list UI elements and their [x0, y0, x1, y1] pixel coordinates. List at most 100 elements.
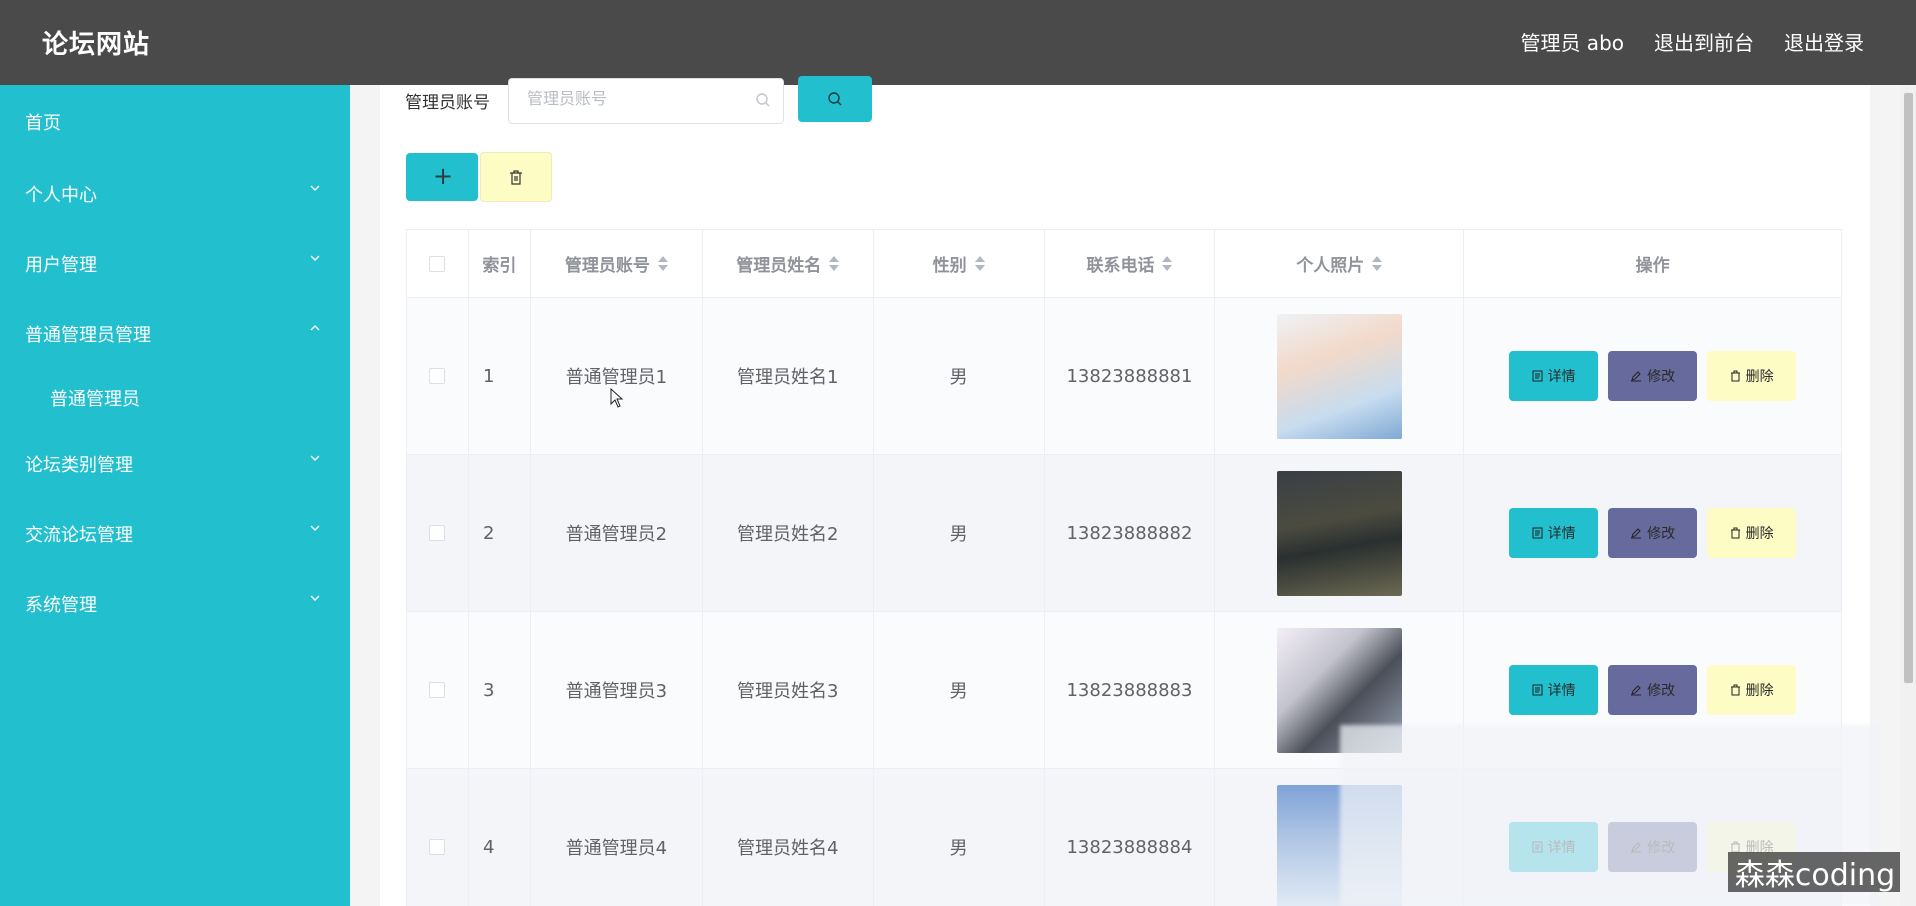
detail-button[interactable]: 详情: [1509, 665, 1599, 715]
scrollbar-thumb[interactable]: [1904, 93, 1913, 683]
account-cell: 普通管理员2: [531, 455, 703, 611]
sidebar-item-home[interactable]: 首页: [0, 93, 350, 149]
detail-label: 详情: [1547, 369, 1576, 385]
index-cell: 4: [469, 769, 531, 906]
row-checkbox[interactable]: [429, 368, 446, 384]
actions-cell: 详情 修改 删除: [1464, 298, 1842, 454]
index-cell: 1: [469, 298, 531, 454]
chevron-down-icon: [310, 455, 320, 465]
name-cell: 管理员姓名1: [703, 298, 874, 454]
admin-user-label[interactable]: 管理员 abo: [1520, 27, 1624, 56]
table-row: 1 普通管理员1 管理员姓名1 男 13823888881 详情 修改 删除: [407, 298, 1842, 455]
sort-icon[interactable]: [657, 255, 668, 272]
phone-cell: 13823888881: [1045, 298, 1216, 454]
gender-cell: 男: [874, 612, 1045, 768]
edit-button[interactable]: 修改: [1608, 508, 1698, 558]
search-icon: [828, 92, 842, 106]
top-bar: 论坛网站 管理员 abo 退出到前台 退出登录: [0, 0, 1916, 85]
back-to-front-link[interactable]: 退出到前台: [1654, 27, 1754, 56]
name-cell: 管理员姓名4: [703, 769, 874, 906]
edit-label: 修改: [1647, 526, 1676, 542]
account-cell: 普通管理员1: [531, 298, 703, 454]
mouse-cursor-icon: [610, 388, 624, 408]
header-actions: 管理员 abo 退出到前台 退出登录: [1520, 27, 1864, 56]
header-gender[interactable]: 性别: [874, 230, 1045, 297]
row-checkbox[interactable]: [429, 839, 446, 855]
index-cell: 3: [469, 612, 531, 768]
sidebar-item-label: 普通管理员: [50, 389, 140, 410]
header-label: 性别: [932, 256, 967, 276]
trash-icon: [1730, 684, 1740, 696]
select-all-checkbox[interactable]: [429, 255, 446, 272]
sort-icon[interactable]: [974, 255, 985, 272]
sidebar-item-system-management[interactable]: 系统管理: [0, 575, 350, 631]
header-label: 联系电话: [1086, 256, 1155, 276]
plus-icon: +: [433, 162, 454, 190]
gender-cell: 男: [874, 769, 1045, 906]
sidebar-item-user-management[interactable]: 用户管理: [0, 235, 350, 291]
sort-icon[interactable]: [1372, 255, 1383, 272]
edit-icon: [1631, 371, 1642, 382]
sidebar-subitem-admin[interactable]: 普通管理员: [0, 369, 350, 425]
row-checkbox[interactable]: [429, 525, 446, 541]
sidebar-item-label: 交流论坛管理: [25, 525, 133, 546]
detail-button[interactable]: 详情: [1509, 508, 1599, 558]
gender-cell: 男: [874, 455, 1045, 611]
batch-delete-button[interactable]: [480, 152, 552, 202]
profile-photo[interactable]: [1276, 313, 1402, 439]
gender-cell: 男: [874, 298, 1045, 454]
header-photo[interactable]: 个人照片: [1215, 230, 1465, 297]
row-checkbox[interactable]: [429, 682, 446, 698]
chevron-down-icon: [310, 185, 320, 195]
header-index: 索引: [469, 230, 531, 297]
row-select-cell: [407, 769, 469, 906]
header-label: 个人照片: [1296, 256, 1365, 276]
delete-button[interactable]: 删除: [1707, 508, 1797, 558]
chevron-down-icon: [310, 595, 320, 605]
watermark: 森森coding: [1728, 852, 1902, 893]
delete-label: 删除: [1745, 526, 1774, 542]
trash-icon: [1730, 527, 1740, 539]
header-account[interactable]: 管理员账号: [531, 230, 703, 297]
actions-cell: 详情 修改 删除: [1464, 455, 1842, 611]
sidebar-item-forum-category[interactable]: 论坛类别管理: [0, 435, 350, 491]
row-select-cell: [407, 455, 469, 611]
search-input[interactable]: [527, 89, 747, 108]
trash-icon: [510, 170, 522, 185]
account-cell: 普通管理员4: [531, 769, 703, 906]
add-button[interactable]: +: [406, 153, 478, 201]
name-cell: 管理员姓名2: [703, 455, 874, 611]
sidebar-item-admin-management[interactable]: 普通管理员管理: [0, 305, 350, 361]
detail-label: 详情: [1547, 683, 1576, 699]
sidebar-item-label: 普通管理员管理: [25, 325, 151, 346]
header-phone[interactable]: 联系电话: [1045, 230, 1216, 297]
header-name[interactable]: 管理员姓名: [703, 230, 874, 297]
header-actions: 操作: [1464, 230, 1842, 297]
sort-icon[interactable]: [829, 255, 840, 272]
account-cell: 普通管理员3: [531, 612, 703, 768]
sidebar-item-personal-center[interactable]: 个人中心: [0, 165, 350, 221]
sidebar-item-label: 个人中心: [25, 185, 97, 206]
search-button[interactable]: [798, 76, 872, 122]
phone-cell: 13823888883: [1045, 612, 1216, 768]
sort-icon[interactable]: [1162, 255, 1173, 272]
header-label: 管理员姓名: [736, 256, 822, 276]
page-scrollbar[interactable]: [1900, 85, 1916, 906]
row-select-cell: [407, 298, 469, 454]
search-field[interactable]: [508, 78, 784, 124]
row-select-cell: [407, 612, 469, 768]
delete-button[interactable]: 删除: [1707, 351, 1797, 401]
header-label: 索引: [482, 256, 517, 276]
delete-button[interactable]: 删除: [1707, 665, 1797, 715]
edit-button[interactable]: 修改: [1608, 351, 1698, 401]
sidebar-item-label: 系统管理: [25, 595, 97, 616]
profile-photo[interactable]: [1276, 470, 1402, 596]
logout-link[interactable]: 退出登录: [1784, 27, 1864, 56]
index-cell: 2: [469, 455, 531, 611]
header-label: 管理员账号: [564, 256, 650, 276]
edit-button[interactable]: 修改: [1608, 665, 1698, 715]
phone-cell: 13823888884: [1045, 769, 1216, 906]
sidebar-item-forum-management[interactable]: 交流论坛管理: [0, 505, 350, 561]
chevron-down-icon: [310, 525, 320, 535]
detail-button[interactable]: 详情: [1509, 351, 1599, 401]
